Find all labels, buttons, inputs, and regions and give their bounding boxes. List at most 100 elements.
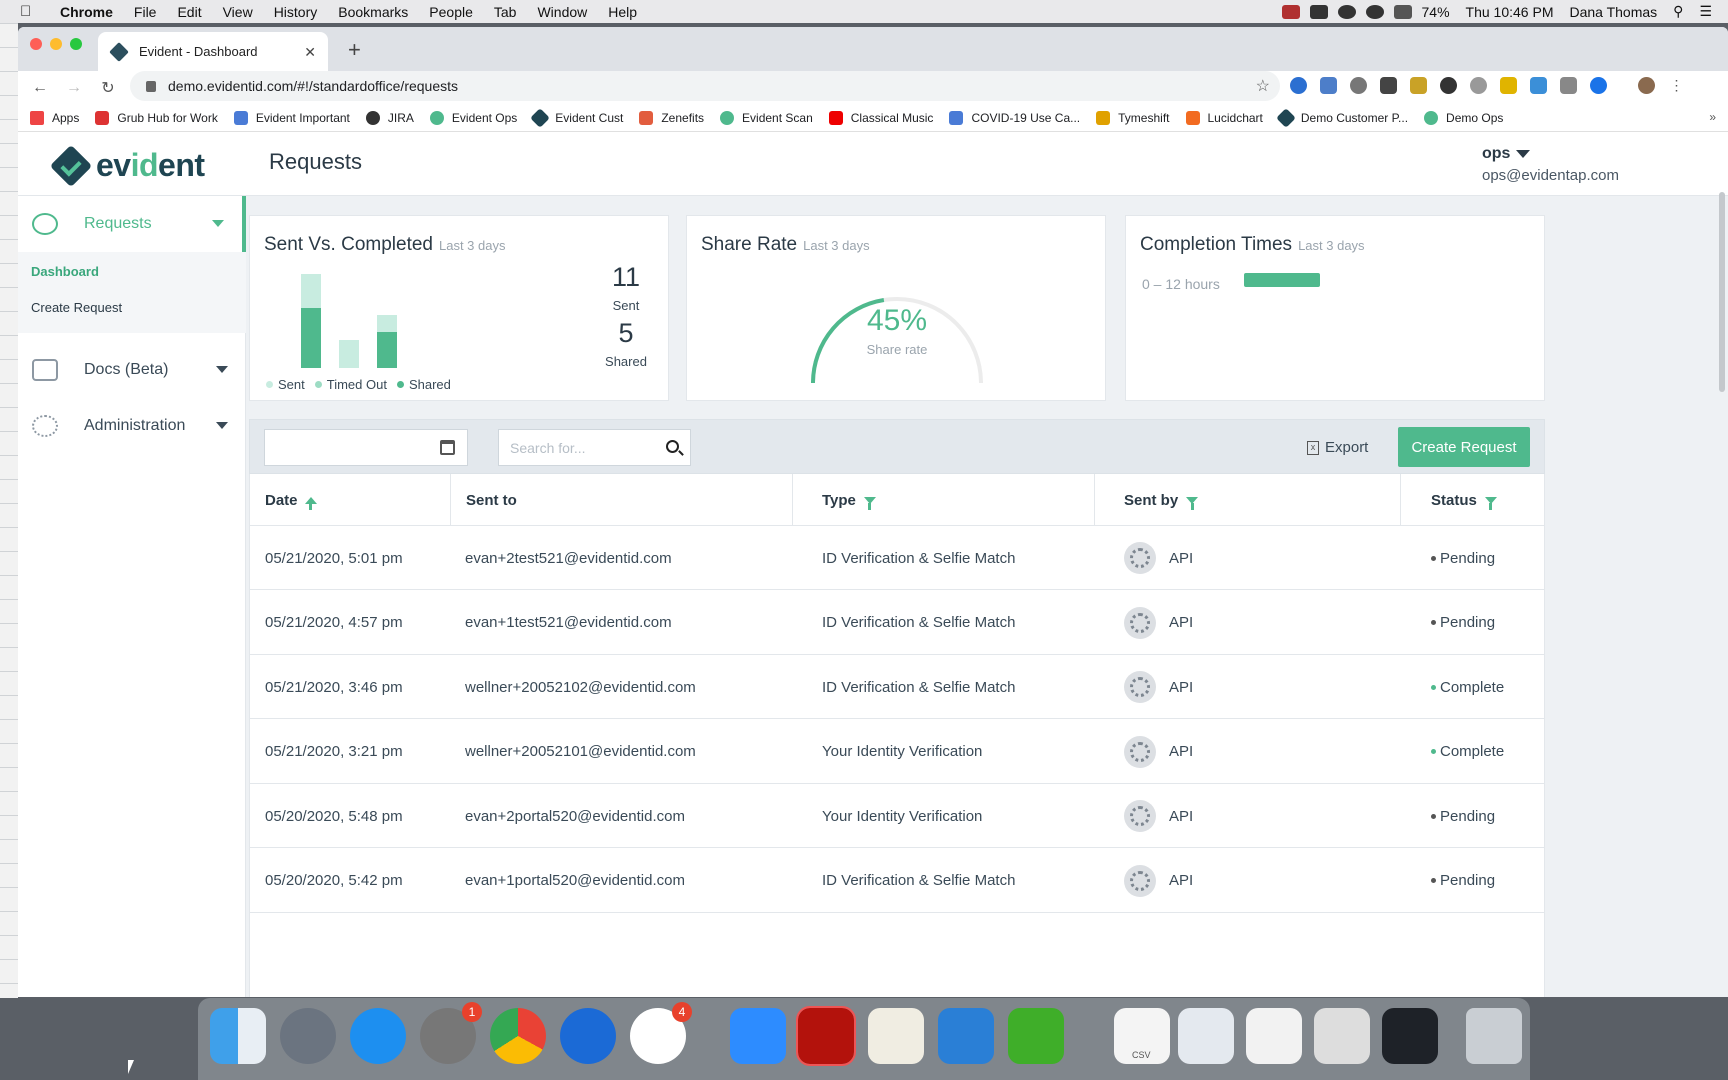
table-row[interactable]: 05/21/2020, 5:01 pm evan+2test521@evident… [250, 526, 1544, 590]
bar-sent[interactable] [339, 340, 359, 349]
page-scrollbar[interactable] [1719, 192, 1725, 392]
launchpad-icon[interactable] [280, 1008, 336, 1064]
apple-icon[interactable]:  [20, 3, 42, 20]
filter-icon[interactable] [863, 496, 876, 510]
menu-bookmarks[interactable]: Bookmarks [338, 4, 408, 20]
menu-edit[interactable]: Edit [177, 4, 201, 20]
bar-sent[interactable] [301, 274, 321, 308]
table-row[interactable]: 05/21/2020, 3:46 pm wellner+20052102@evid… [250, 655, 1544, 719]
scrivener-icon[interactable] [938, 1008, 994, 1064]
wifi-icon[interactable] [1393, 4, 1412, 19]
sidebar-item-administration[interactable]: Administration [18, 398, 246, 454]
close-window-button[interactable] [30, 38, 42, 50]
camtasia-icon[interactable] [1008, 1008, 1064, 1064]
new-tab-button[interactable]: + [348, 37, 361, 63]
bar-timed-out[interactable] [339, 348, 359, 368]
legend-sent[interactable]: Sent [266, 377, 305, 392]
bar-sent[interactable] [377, 315, 397, 332]
profile-avatar[interactable] [1638, 77, 1655, 94]
bookmark-tymeshift[interactable]: Tymeshift [1096, 110, 1170, 125]
bookmark-evident-important[interactable]: Evident Important [233, 110, 350, 125]
forward-icon[interactable]: → [62, 79, 86, 97]
maximize-window-button[interactable] [70, 38, 82, 50]
slack-icon[interactable]: 4 [630, 1002, 692, 1064]
finder-icon[interactable] [210, 1008, 266, 1064]
bar-shared[interactable] [377, 332, 397, 368]
notification-center-icon[interactable]: ☰ [1699, 3, 1712, 20]
legend-shared[interactable]: Shared [396, 377, 451, 392]
menu-people[interactable]: People [429, 4, 473, 20]
menu-history[interactable]: History [274, 4, 318, 20]
column-header-sent-by[interactable]: Sent by [1095, 474, 1401, 526]
system-preferences-icon[interactable]: 1 [420, 1002, 482, 1064]
sidebar-item-dashboard[interactable]: Dashboard [31, 264, 99, 279]
create-request-button[interactable]: Create Request [1398, 427, 1530, 467]
sidebar-item-docs[interactable]: Docs (Beta) [18, 342, 246, 398]
bookmark-covid[interactable]: COVID-19 Use Ca... [949, 110, 1080, 125]
table-row[interactable]: 05/21/2020, 3:21 pm wellner+20052101@evid… [250, 720, 1544, 784]
bookmark-lucidchart[interactable]: Lucidchart [1185, 110, 1263, 125]
column-header-date[interactable]: Date [250, 474, 451, 526]
menu-view[interactable]: View [223, 4, 253, 20]
column-header-sent-to[interactable]: Sent to [451, 474, 793, 526]
sidebar-item-requests[interactable]: Requests [18, 196, 246, 252]
more-bookmarks-icon[interactable]: » [1709, 110, 1716, 124]
search-field[interactable] [498, 429, 691, 466]
filter-icon[interactable] [1484, 496, 1497, 510]
menu-window[interactable]: Window [537, 4, 587, 20]
url-field[interactable]: demo.evidentid.com/#!/standardoffice/req… [130, 71, 1280, 101]
bookmark-apps[interactable]: Apps [30, 110, 79, 125]
bookmark-jira[interactable]: JIRA [365, 110, 414, 125]
table-row[interactable]: 05/21/2020, 4:57 pm evan+1test521@evident… [250, 591, 1544, 655]
bookmark-evident-ops[interactable]: Evident Ops [429, 110, 517, 125]
column-header-status[interactable]: Status [1401, 474, 1544, 526]
calendar-icon[interactable] [440, 440, 455, 455]
extension-icon[interactable] [1380, 77, 1397, 94]
zoom-icon[interactable] [1309, 4, 1328, 19]
spotlight-icon[interactable]: ⚲ [1673, 3, 1683, 20]
chevron-down-icon[interactable] [1516, 150, 1531, 158]
close-tab-icon[interactable]: ✕ [304, 44, 316, 61]
bookmark-evident-scan[interactable]: Evident Scan [720, 110, 813, 125]
table-row[interactable]: 05/20/2020, 5:48 pm evan+2portal520@evide… [250, 784, 1544, 848]
user-name[interactable]: Dana Thomas [1569, 4, 1657, 20]
legend-timed-out[interactable]: Timed Out [314, 377, 387, 392]
extension-icon[interactable] [1440, 77, 1457, 94]
extension-icon[interactable] [1320, 77, 1337, 94]
date-range-input[interactable] [264, 429, 468, 466]
sort-ascending-icon[interactable] [304, 496, 317, 510]
extension-icon[interactable] [1470, 77, 1487, 94]
bookmark-evident-cust[interactable]: Evident Cust [530, 107, 623, 128]
chrome-icon[interactable] [490, 1008, 546, 1064]
column-header-type[interactable]: Type [793, 474, 1095, 526]
battery-percent[interactable]: 74% [1422, 4, 1450, 20]
evident-logo[interactable]: evident [49, 144, 205, 187]
user-menu[interactable]: ops ops@evidentap.com [1482, 145, 1619, 184]
bookmark-classical-music[interactable]: Classical Music [828, 110, 933, 125]
app-store-icon[interactable] [350, 1008, 406, 1064]
csv-file-icon[interactable]: CSV [1114, 1008, 1170, 1064]
onepassword-icon[interactable] [1365, 4, 1384, 19]
menu-file[interactable]: File [134, 4, 157, 20]
minimized-window-thumbnail[interactable] [1382, 1008, 1438, 1064]
bookmark-star-icon[interactable]: ☆ [1256, 76, 1270, 96]
minimized-window-thumbnail[interactable] [1314, 1008, 1370, 1064]
bookmark-demo-ops[interactable]: Demo Ops [1424, 110, 1503, 125]
minimize-window-button[interactable] [50, 38, 62, 50]
status-icon[interactable] [1281, 4, 1300, 19]
extension-icon[interactable] [1590, 77, 1607, 94]
user-account-name[interactable]: ops [1482, 145, 1510, 163]
bookmark-zenefits[interactable]: Zenefits [639, 110, 704, 125]
bar-shared[interactable] [301, 308, 321, 368]
export-button[interactable]: x Export [1307, 429, 1368, 466]
chrome-menu-icon[interactable]: ⋮ [1668, 77, 1685, 94]
extension-icon[interactable] [1410, 77, 1427, 94]
minimized-window-thumbnail[interactable] [1246, 1008, 1302, 1064]
minimized-window-thumbnail[interactable] [1178, 1008, 1234, 1064]
bookmark-demo-customer[interactable]: Demo Customer P... [1275, 107, 1408, 128]
extension-icon[interactable] [1560, 77, 1577, 94]
acrobat-icon[interactable] [796, 1006, 856, 1066]
onepassword-app-icon[interactable] [560, 1008, 616, 1064]
menu-tab[interactable]: Tab [494, 4, 517, 20]
chat-icon[interactable] [1337, 4, 1356, 19]
